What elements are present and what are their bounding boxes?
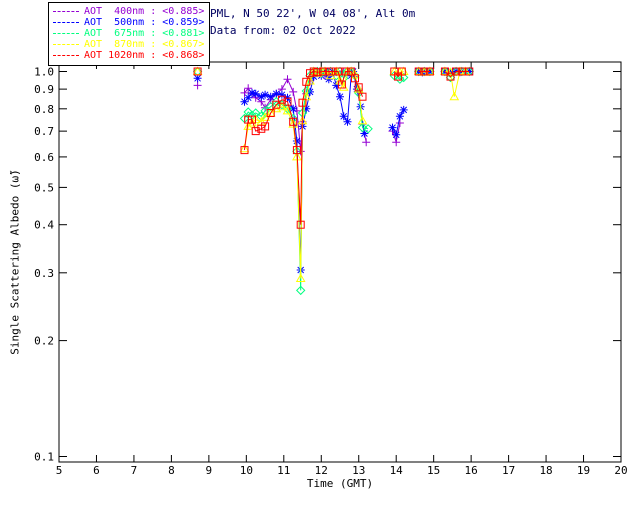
- svg-text:12: 12: [315, 464, 328, 477]
- plot-page: AOT 400nm : <0.885> AOT 500nm : <0.859> …: [0, 0, 640, 512]
- legend-entry-870nm: AOT 870nm : <0.867>: [53, 39, 204, 50]
- legend-line-sample-500nm: [53, 22, 79, 23]
- svg-text:0.7: 0.7: [34, 125, 54, 138]
- svg-text:16: 16: [465, 464, 478, 477]
- svg-text:0.4: 0.4: [34, 219, 54, 232]
- svg-text:8: 8: [168, 464, 175, 477]
- legend-label-675nm: AOT 675nm : <0.881>: [84, 28, 205, 39]
- svg-text:17: 17: [502, 464, 515, 477]
- legend-entry-1020nm: AOT 1020nm : <0.868>: [53, 50, 204, 61]
- svg-text:15: 15: [427, 464, 440, 477]
- legend-entry-675nm: AOT 675nm : <0.881>: [53, 28, 204, 39]
- svg-text:1.0: 1.0: [34, 66, 54, 79]
- svg-text:0.8: 0.8: [34, 103, 54, 116]
- legend-entry-500nm: AOT 500nm : <0.859>: [53, 17, 204, 28]
- svg-text:7: 7: [131, 464, 138, 477]
- legend-label-400nm: AOT 400nm : <0.885>: [84, 6, 205, 17]
- svg-text:18: 18: [539, 464, 552, 477]
- svg-text:5: 5: [56, 464, 63, 477]
- legend-line-sample-870nm: [53, 44, 79, 45]
- legend-line-sample-1020nm: [53, 55, 79, 56]
- legend-box: AOT 400nm : <0.885> AOT 500nm : <0.859> …: [48, 2, 211, 66]
- svg-text:10: 10: [240, 464, 253, 477]
- legend-entry-400nm: AOT 400nm : <0.885>: [53, 6, 204, 17]
- svg-text:0.2: 0.2: [34, 335, 54, 348]
- legend-line-sample-675nm: [53, 33, 79, 34]
- svg-text:9: 9: [206, 464, 213, 477]
- svg-text:13: 13: [352, 464, 365, 477]
- svg-text:0.1: 0.1: [34, 451, 54, 464]
- svg-text:0.3: 0.3: [34, 267, 54, 280]
- svg-text:0.9: 0.9: [34, 83, 54, 96]
- svg-text:6: 6: [93, 464, 100, 477]
- svg-text:14: 14: [390, 464, 404, 477]
- svg-text:0.5: 0.5: [34, 181, 54, 194]
- svg-text:19: 19: [577, 464, 590, 477]
- legend-label-1020nm: AOT 1020nm : <0.868>: [84, 50, 205, 61]
- svg-text:0.6: 0.6: [34, 151, 54, 164]
- legend-line-sample-400nm: [53, 11, 79, 12]
- legend-label-870nm: AOT 870nm : <0.867>: [84, 39, 205, 50]
- svg-text:11: 11: [277, 464, 290, 477]
- svg-text:20: 20: [614, 464, 627, 477]
- chart-canvas: 5 6 7 8 9 10 11 12 13 14 15 16 17 18 19 20 1.0 0.9 0.8 0.7 0…: [34, 61, 628, 477]
- legend-label-500nm: AOT 500nm : <0.859>: [84, 17, 205, 28]
